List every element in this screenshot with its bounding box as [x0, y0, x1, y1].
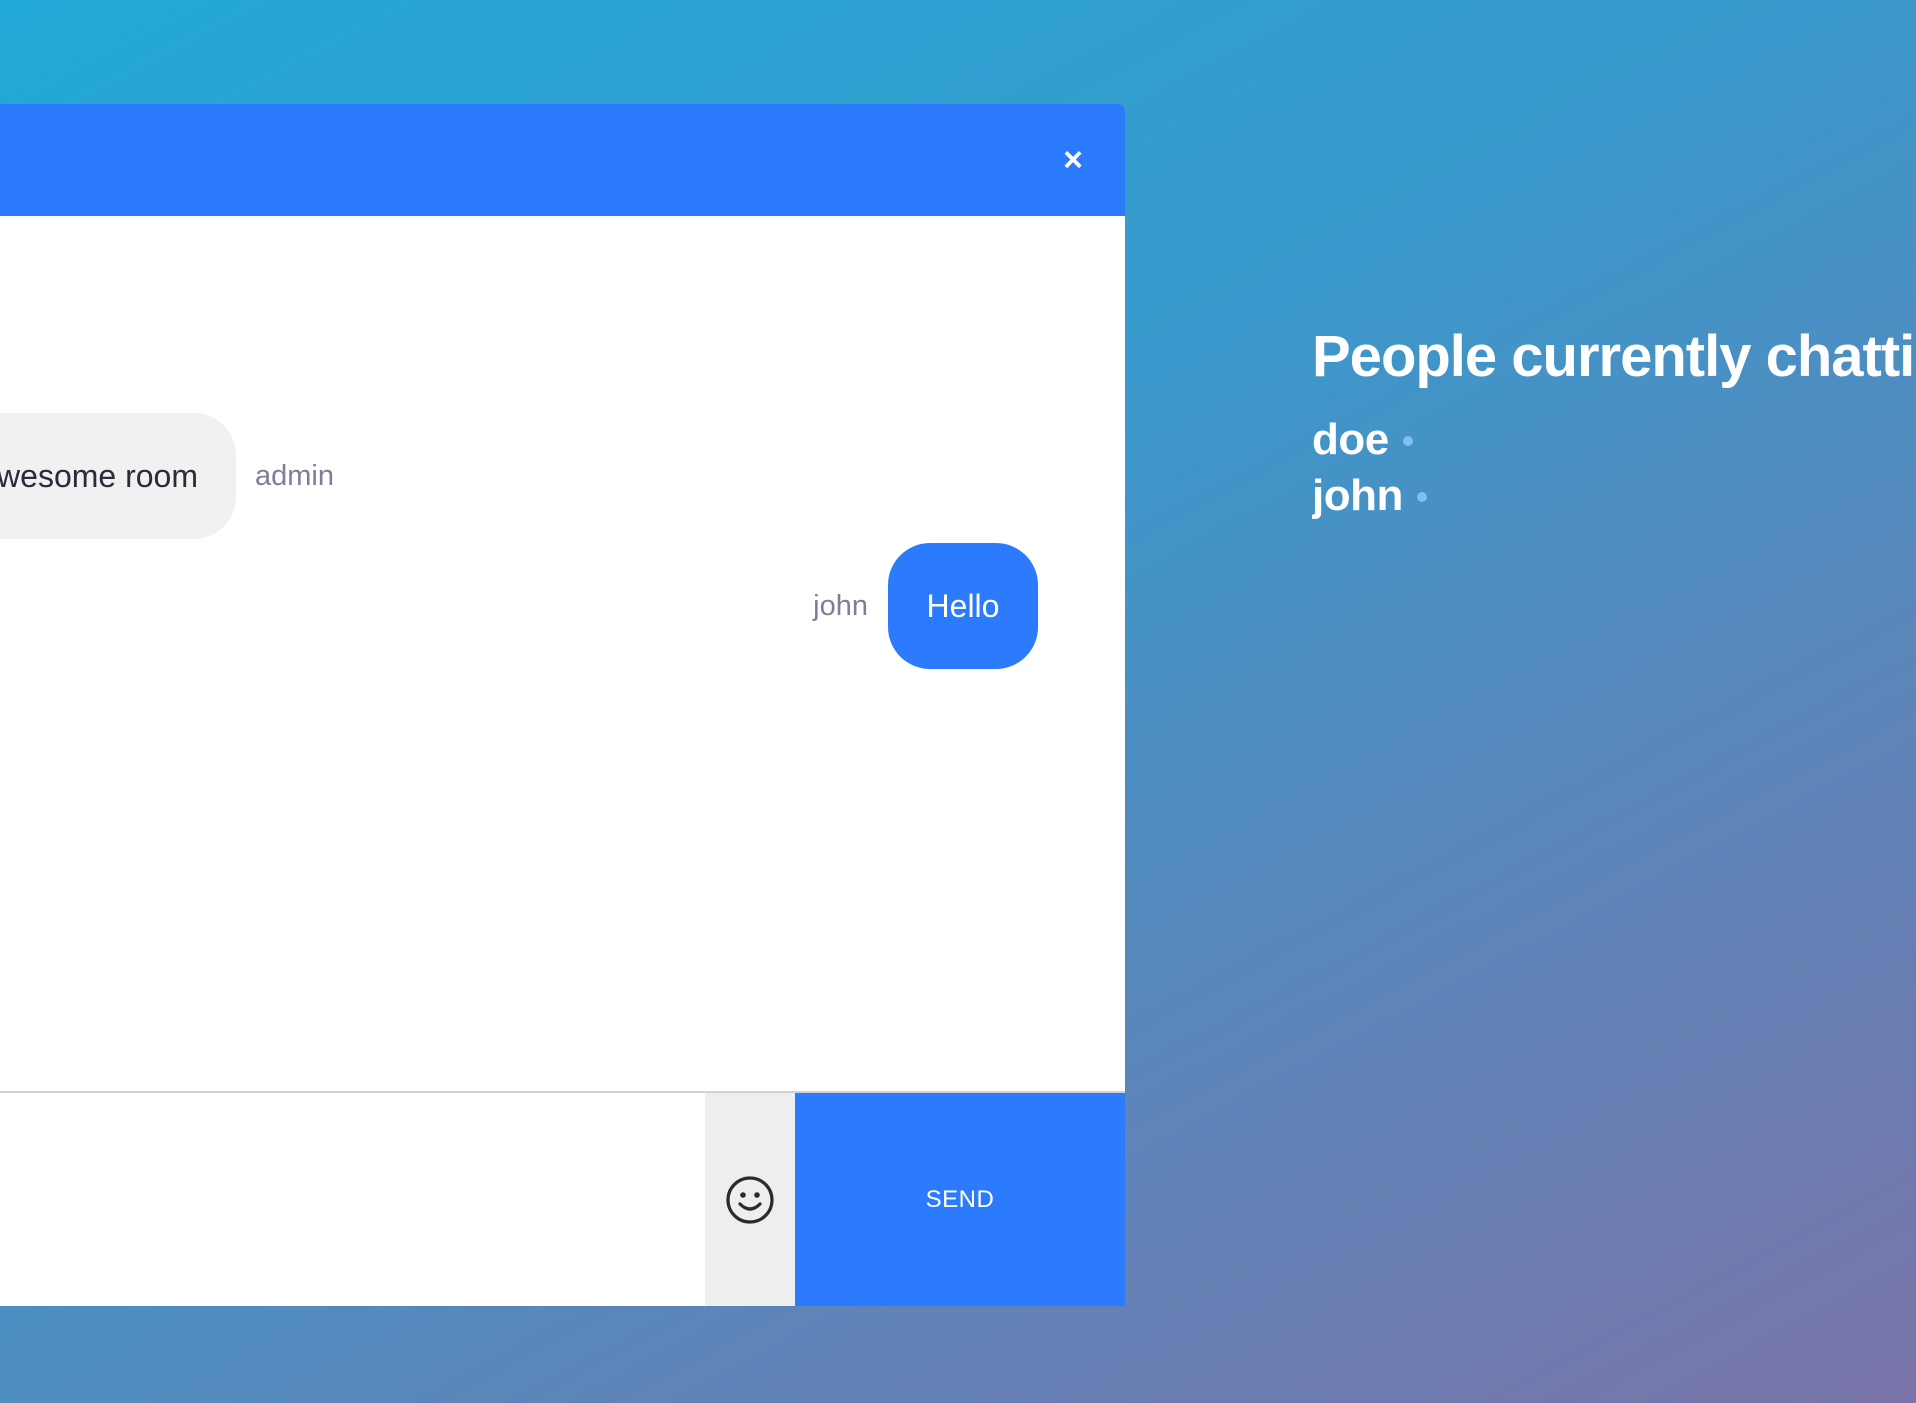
message-outgoing: john Hello	[813, 543, 1038, 669]
chat-header: ×	[0, 104, 1125, 216]
message-bubble: wesome room	[0, 413, 236, 539]
message-bubble: Hello	[888, 543, 1038, 669]
smiley-face-icon	[726, 1175, 774, 1224]
send-button[interactable]: SEND	[795, 1093, 1125, 1306]
chat-window: × wesome room admin john Hello SEND	[0, 104, 1125, 1306]
message-composer: SEND	[0, 1091, 1125, 1306]
people-list: doe john	[1312, 412, 1916, 524]
user-list-item: doe	[1312, 412, 1916, 468]
people-panel: People currently chattin doe john	[1312, 322, 1916, 524]
online-status-dot	[1402, 436, 1413, 446]
close-icon[interactable]: ×	[1053, 140, 1093, 180]
message-list: wesome room admin john Hello	[0, 216, 1125, 1194]
message-text: Hello	[926, 587, 1000, 624]
message-text: wesome room	[0, 457, 198, 494]
emoji-button[interactable]	[705, 1093, 795, 1306]
online-status-dot	[1416, 492, 1427, 502]
user-list-item: john	[1312, 468, 1916, 524]
message-incoming: wesome room admin	[0, 413, 334, 539]
message-input[interactable]	[0, 1093, 705, 1306]
user-name: john	[1312, 471, 1403, 520]
message-sender: admin	[255, 459, 334, 492]
message-sender: john	[813, 589, 868, 622]
user-name: doe	[1312, 415, 1389, 464]
people-title: People currently chattin	[1312, 324, 1916, 389]
